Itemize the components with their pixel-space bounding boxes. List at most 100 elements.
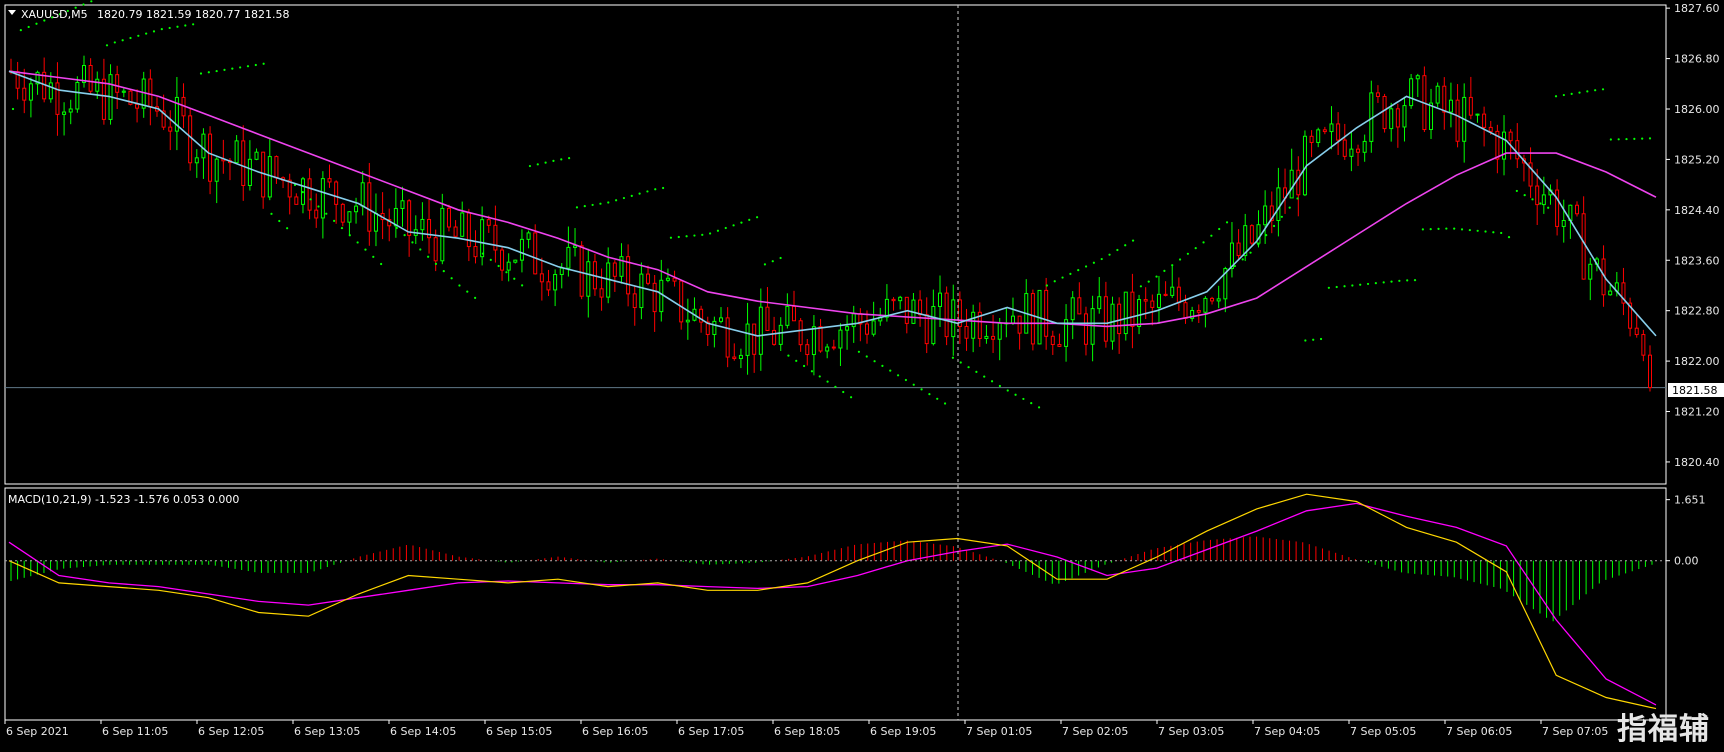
sar-dot [536, 163, 539, 166]
sar-dot [1171, 264, 1174, 267]
sar-dot [1178, 258, 1182, 261]
current-price-tag: 1821.58 [1668, 383, 1724, 397]
sar-dot [1210, 234, 1213, 237]
sar-dot [1061, 276, 1064, 279]
candle-body [1057, 344, 1062, 347]
sar-dot [1225, 221, 1229, 224]
macd-tick-label: 0.00 [1674, 555, 1699, 568]
sar-dot [380, 262, 383, 266]
candle-body [367, 182, 372, 232]
candle-body [1030, 293, 1035, 345]
candle-body [1150, 300, 1155, 308]
sar-dot [967, 366, 970, 369]
candle-body [1183, 302, 1188, 319]
macd-pane-border [4, 487, 1667, 721]
sar-dot [787, 354, 790, 357]
candle-body [745, 323, 750, 356]
sar-dot [795, 359, 798, 362]
sar-dot [1445, 227, 1448, 230]
sar-dot [521, 284, 524, 287]
sar-dot [474, 296, 477, 299]
sar-dot [1108, 253, 1111, 256]
sar-dot [818, 375, 821, 378]
sar-dot [1500, 231, 1503, 235]
sar-dot [505, 271, 508, 274]
sar-dot [701, 233, 704, 236]
candle-body [208, 133, 213, 182]
candle-body [971, 311, 976, 339]
sar-dot [1460, 228, 1464, 231]
sar-dot [1100, 257, 1103, 261]
candle-body [1541, 194, 1546, 206]
candle-body [1336, 123, 1341, 141]
price-tick-label: 1821.20 [1674, 406, 1720, 419]
sar-dot [215, 69, 218, 73]
sar-dot [881, 364, 884, 368]
price-axis: 1827.60 1826.80 1826.00 1825.20 1824.40 1823.… [1666, 2, 1720, 469]
sar-dot [1077, 269, 1080, 272]
sar-dot [105, 44, 109, 47]
candle-body [360, 182, 365, 207]
candle-body [1137, 299, 1142, 327]
macd-pane[interactable] [8, 493, 1657, 710]
candle-body [559, 267, 564, 276]
sar-dot [192, 23, 195, 26]
sar-dot [239, 66, 242, 69]
sar-dot [779, 256, 782, 260]
sar-dot [693, 234, 696, 237]
sar-dot [434, 262, 438, 266]
candle-body [831, 346, 836, 349]
sar-dot [1116, 248, 1119, 252]
time-tick-label: 7 Sep 02:05 [1062, 725, 1128, 738]
price-tick-label: 1824.40 [1674, 204, 1720, 217]
candle-body [75, 81, 80, 110]
sar-dot [1413, 279, 1417, 282]
candle-body [891, 298, 896, 302]
candle-body [88, 64, 93, 92]
sar-dot [568, 157, 571, 160]
trading-chart[interactable]: 1827.60 1826.80 1826.00 1825.20 1824.40 1823.… [0, 0, 1724, 752]
candle-body [712, 320, 717, 335]
candle-body [825, 346, 830, 352]
candle-body [400, 200, 405, 209]
dropdown-triangle-icon[interactable] [8, 10, 16, 15]
sar-dot [176, 25, 179, 28]
time-tick-label: 6 Sep 15:05 [486, 725, 552, 738]
candle-body [599, 288, 604, 298]
macd-axis: 1.651 0.00 [5, 494, 1706, 568]
candle-body [1515, 140, 1520, 160]
candle-body [340, 203, 345, 223]
main-price-pane[interactable] [8, 0, 1657, 409]
candle-body [672, 277, 677, 282]
sar-dot [356, 241, 359, 244]
candle-body [1429, 102, 1434, 131]
time-tick-label: 7 Sep 04:05 [1254, 725, 1320, 738]
candle-body [1415, 75, 1420, 80]
sar-dot [591, 203, 594, 207]
sar-dot [732, 224, 735, 227]
candle-body [1236, 242, 1241, 257]
moving-averages [8, 70, 1657, 337]
sar-dot [450, 277, 453, 280]
sar-dot [1429, 228, 1432, 231]
candle-body [1356, 148, 1361, 153]
candle-body [327, 178, 332, 183]
sar-dot [1006, 389, 1009, 392]
sar-dot [998, 384, 1001, 388]
candle-body [446, 207, 451, 228]
macd-header: MACD(10,21,9) -1.523 -1.576 0.053 0.000 [8, 493, 239, 506]
ohlc-values: 1820.79 1821.59 1820.77 1821.58 [97, 8, 289, 21]
sar-dot [1492, 231, 1495, 234]
price-tick-label: 1820.40 [1674, 456, 1720, 469]
candle-body [1402, 105, 1407, 128]
candle-body [931, 305, 936, 345]
time-tick-label: 7 Sep 01:05 [966, 725, 1032, 738]
candle-body [1641, 334, 1646, 356]
sar-dot [19, 29, 22, 32]
sar-dot [82, 3, 85, 6]
sar-dot [1304, 339, 1307, 342]
candle-body [1409, 78, 1414, 107]
sar-dot [834, 385, 837, 388]
candle-body [28, 83, 33, 101]
candle-body [991, 335, 996, 340]
